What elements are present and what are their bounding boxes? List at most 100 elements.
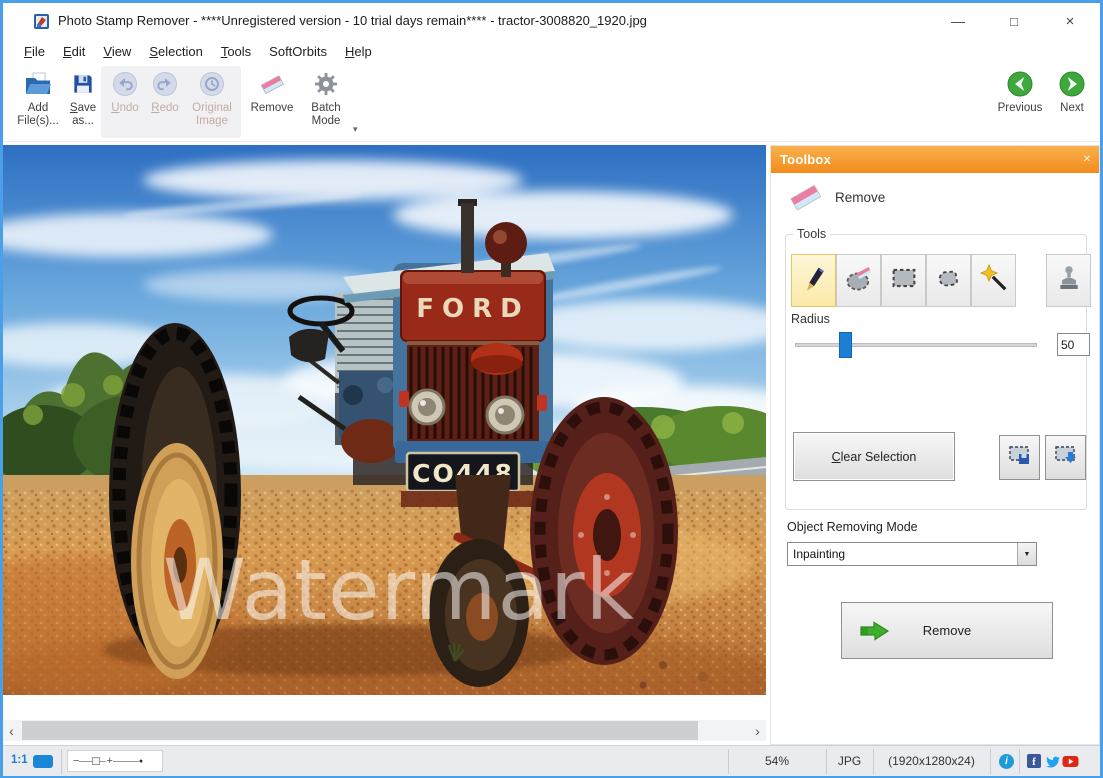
open-folder-icon <box>11 66 65 102</box>
save-floppy-icon <box>63 66 103 102</box>
zoom-ratio-button[interactable]: 1:1 <box>11 754 28 766</box>
facebook-button[interactable]: f <box>1027 754 1043 769</box>
menu-view[interactable]: View <box>94 41 140 62</box>
app-window: Photo Stamp Remover - ****Unregistered v… <box>0 0 1103 778</box>
save-selection-button[interactable] <box>999 435 1040 480</box>
image-viewport[interactable]: FORD CO448 <box>3 142 768 745</box>
info-icon: i <box>999 754 1014 769</box>
toolbox-title: Toolbox <box>771 152 831 167</box>
marker-icon <box>800 263 828 298</box>
scrollbar-thumb[interactable] <box>22 721 698 740</box>
zoom-marker-icon: ● <box>139 758 143 765</box>
save-as-label: Save as... <box>63 102 103 128</box>
horizontal-scrollbar[interactable]: ‹ › <box>3 720 766 741</box>
tools-group-label: Tools <box>793 227 830 241</box>
radius-value-input[interactable] <box>1057 333 1090 356</box>
undo-label: Undo <box>105 102 145 115</box>
youtube-button[interactable] <box>1062 754 1078 769</box>
combo-dropdown-icon[interactable]: ▼ <box>1017 543 1036 565</box>
next-button[interactable]: Next <box>1049 66 1095 138</box>
save-as-button[interactable]: Save as... <box>63 66 103 138</box>
object-removing-mode-select[interactable]: Inpainting ▼ <box>787 542 1037 566</box>
remove-tool-label: Remove <box>245 102 299 115</box>
redo-icon <box>145 66 185 102</box>
original-image-button[interactable]: Original Image <box>185 66 239 138</box>
toolbox-header[interactable]: Toolbox × <box>771 146 1099 173</box>
radius-slider-track[interactable] <box>795 343 1037 347</box>
maximize-button[interactable]: □ <box>991 3 1037 39</box>
remove-mode-label: Remove <box>835 190 885 205</box>
batch-mode-label: Batch Mode <box>301 102 351 128</box>
toolbox-close-button[interactable]: × <box>1083 150 1091 166</box>
load-selection-button[interactable] <box>1045 435 1086 480</box>
app-icon <box>33 13 50 30</box>
redo-button[interactable]: Redo <box>145 66 185 138</box>
menu-file[interactable]: File <box>15 41 54 62</box>
info-button[interactable]: i <box>999 754 1015 769</box>
remove-run-label: Remove <box>923 623 971 638</box>
tool-freehand-select-button[interactable] <box>926 254 971 307</box>
statusbar-separator <box>1019 749 1020 774</box>
youtube-icon <box>1062 754 1079 769</box>
original-image-label: Original Image <box>185 102 239 128</box>
maximize-icon: □ <box>1010 14 1018 29</box>
tractor-photo[interactable]: FORD CO448 <box>3 145 766 695</box>
tool-eraser-select-button[interactable] <box>836 254 881 307</box>
menubar: File Edit View Selection Tools SoftOrbit… <box>3 39 1100 64</box>
radius-slider[interactable] <box>795 332 1037 358</box>
menu-selection[interactable]: Selection <box>140 41 211 62</box>
object-removing-mode-value: Inpainting <box>788 547 1017 561</box>
zoom-track <box>79 761 92 762</box>
previous-label: Previous <box>991 102 1049 115</box>
menu-help[interactable]: Help <box>336 41 381 62</box>
gear-icon <box>301 66 351 102</box>
next-arrow-icon <box>1049 66 1095 102</box>
tool-magic-wand-button[interactable] <box>971 254 1016 307</box>
statusbar-separator <box>990 749 991 774</box>
previous-arrow-icon <box>991 66 1049 102</box>
next-label: Next <box>1049 102 1095 115</box>
window-border-top <box>0 0 1103 3</box>
scroll-left-arrow[interactable]: ‹ <box>3 720 20 741</box>
zoom-slider[interactable]: − + ● <box>67 750 163 772</box>
undo-button[interactable]: Undo <box>105 66 145 138</box>
remove-run-button[interactable]: Remove <box>841 602 1053 659</box>
scroll-right-arrow[interactable]: › <box>749 720 766 741</box>
toolbox-panel: Toolbox × Remove Tools Radius <box>770 145 1100 745</box>
statusbar-separator <box>61 749 62 774</box>
zoom-track <box>113 761 139 762</box>
radius-label: Radius <box>791 312 830 326</box>
toolbar: Add File(s)... Save as... Undo Redo Orig <box>3 64 1100 142</box>
tool-rect-select-button[interactable] <box>881 254 926 307</box>
close-button[interactable]: × <box>1047 3 1093 39</box>
radius-slider-handle[interactable] <box>839 332 852 358</box>
eraser-lasso-icon <box>844 263 874 298</box>
titlebar: Photo Stamp Remover - ****Unregistered v… <box>3 3 1100 39</box>
clear-selection-button[interactable]: Clear Selection <box>793 432 955 481</box>
minimize-button[interactable]: — <box>935 3 981 39</box>
batch-mode-button[interactable]: Batch Mode <box>301 66 351 138</box>
image-dimensions: (1920x1280x24) <box>873 754 990 768</box>
green-arrow-icon <box>858 619 892 646</box>
menu-tools[interactable]: Tools <box>212 41 260 62</box>
twitter-button[interactable] <box>1045 754 1061 769</box>
fit-to-window-icon[interactable] <box>33 755 53 768</box>
menu-edit[interactable]: Edit <box>54 41 94 62</box>
remove-tool-button[interactable]: Remove <box>245 66 299 138</box>
tool-clone-stamp-button[interactable] <box>1046 254 1091 307</box>
twitter-icon <box>1045 754 1060 769</box>
object-removing-mode-label: Object Removing Mode <box>787 520 918 534</box>
previous-button[interactable]: Previous <box>991 66 1049 138</box>
watermark-text: Watermark <box>163 541 635 639</box>
redo-label: Redo <box>145 102 185 115</box>
file-format: JPG <box>826 754 873 768</box>
add-files-button[interactable]: Add File(s)... <box>11 66 65 138</box>
clone-stamp-icon <box>1055 263 1083 298</box>
tool-marker-button[interactable] <box>791 254 836 307</box>
facebook-icon: f <box>1027 754 1041 768</box>
save-selection-icon <box>1007 444 1033 471</box>
zoom-slider-handle[interactable] <box>92 757 100 765</box>
menu-softorbits[interactable]: SoftOrbits <box>260 41 336 62</box>
toolbar-overflow-icon[interactable]: ▾ <box>353 124 358 135</box>
add-files-label: Add File(s)... <box>11 102 65 128</box>
